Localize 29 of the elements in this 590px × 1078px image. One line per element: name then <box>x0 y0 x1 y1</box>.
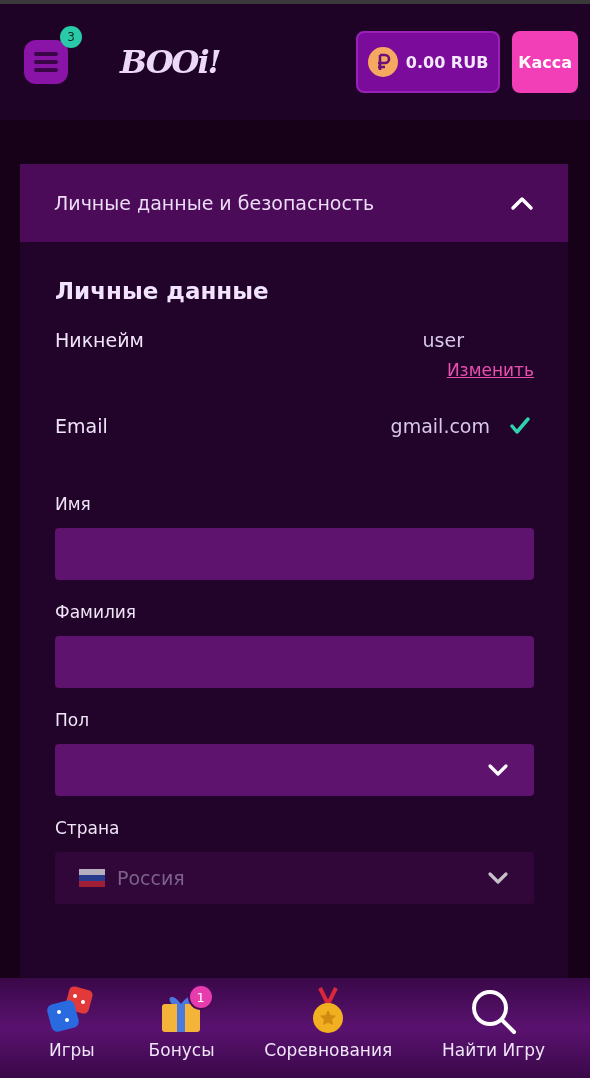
input-field[interactable] <box>55 528 534 580</box>
chevron-down-icon <box>486 762 510 778</box>
select-value: Россия <box>117 867 185 889</box>
nav-item[interactable]: Найти Игру <box>441 984 546 1060</box>
chevron-down-icon <box>486 870 510 886</box>
info-label: Никнейм <box>55 329 145 351</box>
section-title: Личные данные и безопасность <box>54 192 375 214</box>
nav-item[interactable]: 1 Бонусы <box>148 984 215 1060</box>
logo[interactable]: BOOi! <box>120 43 220 81</box>
info-label: Email <box>55 415 109 437</box>
field-label: Страна <box>55 818 121 838</box>
field-label: Имя <box>55 494 92 514</box>
notification-badge: 3 <box>60 26 82 48</box>
nav-item[interactable]: Игры <box>44 984 99 1060</box>
menu-icon[interactable] <box>22 38 70 86</box>
chevron-icon[interactable] <box>510 195 534 211</box>
nav-item[interactable]: Соревнования <box>264 984 393 1060</box>
info-value: user <box>421 329 465 351</box>
accordion-header[interactable]: Личные данные и безопасность <box>20 164 568 242</box>
notification-badge: 1 <box>187 984 214 1010</box>
ruble-coin-icon <box>367 47 398 77</box>
input-field[interactable] <box>55 636 534 688</box>
change-link[interactable]: Изменить <box>446 360 534 380</box>
info-value: gmail.com <box>389 415 490 437</box>
field-label: Пол <box>55 710 91 730</box>
section-heading: Личные данные <box>55 278 270 304</box>
balance-button[interactable]: 0.00 RUB <box>355 31 501 93</box>
field-label: Фамилия <box>55 602 138 622</box>
select-field[interactable] <box>55 744 534 796</box>
